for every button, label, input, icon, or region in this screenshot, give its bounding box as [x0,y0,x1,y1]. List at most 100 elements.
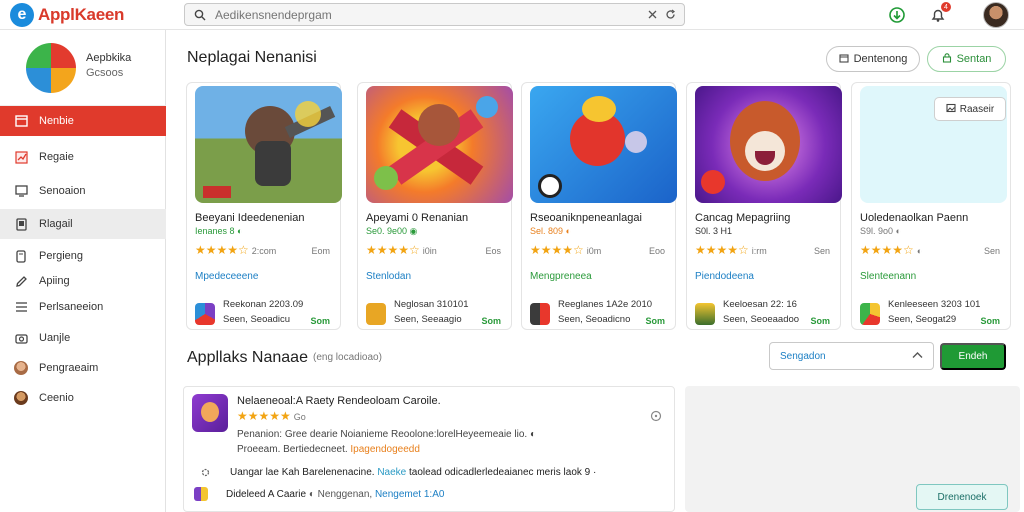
app-card-category[interactable]: Slenteenann [860,271,916,282]
star-rating: ★★★★☆ [860,243,914,257]
sidebar-item-1[interactable]: Regaie [0,142,166,172]
app-list-row[interactable]: Dideleed A Caarie ◐ Nenggenan, Nengemet … [194,487,444,501]
app-card[interactable]: Beeyani Ideedenenian Ienanes 8 ◐ ★★★★☆ 2:… [186,82,342,330]
rating-value: i:rm [751,246,767,256]
app-card-size: Sen [983,246,1000,256]
app-card-price[interactable]: Som [481,316,501,326]
star-rating: ★★★★★ [237,409,291,423]
app-card-category[interactable]: Piendodeena [695,271,754,282]
app-card-rating: ★★★★☆ 2:com [195,243,276,257]
developer-logo-icon [695,303,715,325]
row-tag[interactable]: Naeke [377,467,406,478]
apply-button[interactable]: Endeh [940,343,1006,370]
app-card-price[interactable]: Som [810,316,830,326]
search-icon [193,8,207,22]
sidebar: Aepbkika Gcsoos Nenbie Regaie Senoaion R… [0,30,166,512]
app-card-size: Sen [813,246,830,256]
tablet-icon [14,217,28,231]
app-card-image [695,86,842,203]
featured-title: Neplagai Nenanisi [187,49,317,66]
app-card[interactable]: Apeyami 0 Renanian Se0. 9e00 ◉ ★★★★☆ i0in… [357,82,513,330]
app-card-price[interactable]: Som [980,316,1000,326]
app-logo[interactable]: e ApplKaeen [10,3,124,27]
app-card-image [366,86,513,203]
app-card[interactable]: Rseoaniknpeneanlagai Sel. 809 ◐ ★★★★☆ i0m… [521,82,677,330]
app-card-title: Uoledenaolkan Paenn [860,212,969,224]
profile-avatar [26,43,76,93]
notification-bell-icon[interactable]: 4 [928,2,951,25]
row-mid: ◐ Nenggenan, [308,488,373,500]
app-card-price[interactable]: Som [645,316,665,326]
pencil-icon [14,274,28,288]
app-list-title[interactable]: Nelaeneoal:A Raety Rendeoloam Caroile. [237,395,441,407]
refresh-icon[interactable] [664,8,676,20]
developer-logo-icon [195,303,215,325]
filter-button[interactable]: Dentenong [826,46,920,72]
list-icon [14,300,28,314]
app-card-title: Rseoaniknpeneanlagai [530,212,642,224]
sidebar-item-3[interactable]: Rlagail [0,209,166,239]
app-root: e ApplKaeen 4 Aepbkika Gcsoos [0,0,1024,512]
app-card-title: Beeyani Ideedenenian [195,212,305,224]
mobile-icon [14,249,28,263]
sidebar-item-6[interactable]: Perlsaneeion [0,292,166,322]
card-action-button[interactable]: Raaseir [934,97,1006,121]
program-highlight[interactable]: Ipagendogeedd [350,444,420,455]
app-card-developer: Reekonan 2203.09 [223,299,304,310]
app-card-size: Eom [311,246,330,256]
sort-button[interactable]: Sentan [927,46,1006,72]
app-card[interactable]: Cancag Mepagriing S0l. 3 H1 ★★★★☆ i:rm Se… [686,82,842,330]
filter-button-label: Dentenong [853,53,908,65]
app-card-meta: Se0. 9e00 ◉ [366,226,418,236]
program-label: Proeeam. Bertiedecneet. [237,444,348,455]
category-select[interactable]: Sengadon [769,342,934,370]
download-button[interactable]: Drenenoek [916,484,1008,510]
clear-icon[interactable] [646,8,658,20]
user-avatar[interactable] [983,2,1009,28]
app-card-image [195,86,342,203]
store-icon [14,114,28,128]
app-card-title: Cancag Mepagriing [695,212,791,224]
apps-section-subtitle: (eng locadioao) [313,352,382,363]
app-card-developer: Neglosan 310101 [394,299,469,310]
app-list-panel: Nelaeneoal:A Raety Rendeoloam Caroile. ★… [183,386,675,512]
search-input[interactable] [215,7,635,22]
info-icon[interactable] [650,409,662,422]
avatar-icon [14,361,28,375]
sidebar-item-8[interactable]: Pengraeaim [0,353,166,383]
app-card-price[interactable]: Som [310,316,330,326]
app-card-category[interactable]: Stenlodan [366,271,411,282]
profile-card[interactable]: Aepbkika Gcsoos [0,30,166,106]
sidebar-item-0[interactable]: Nenbie [0,106,166,136]
row-tag[interactable]: Nengemet 1:A0 [375,489,445,500]
profile-name: Aepbkika [86,52,132,64]
apps-section-title: Appllaks Nanaae [187,349,308,366]
sidebar-item-label: Ceenio [39,392,74,404]
star-rating: ★★★★☆ [530,243,584,257]
app-card-date: Seen, Seeaagio [394,314,462,325]
search-bar [184,3,685,26]
app-card-rating: ★★★★☆ i:rm [695,243,767,257]
app-card-category[interactable]: Mpedeceeene [195,271,258,282]
camera-icon [14,331,28,345]
rating-value: i0m [586,246,602,256]
notification-badge: 4 [941,2,951,12]
sidebar-item-9[interactable]: Ceenio [0,383,166,413]
app-card-developer: Kenleeseen 3203 101 [888,299,981,310]
sidebar-item-7[interactable]: Uanjle [0,323,166,353]
row-text: Uangar lae Kah Barelenenacine. [230,466,375,478]
app-list-description: Penanion: Gree dearie Noianieme Reoolone… [237,429,536,440]
app-card[interactable]: Raaseir Uoledenaolkan Paenn S9l. 9o0 ◐ ★… [851,82,1011,330]
app-card-category[interactable]: Mengpreneea [530,271,592,282]
app-card-title: Apeyami 0 Renanian [366,212,469,224]
app-list-row[interactable]: Uangar lae Kah Barelenenacine. Naeke tao… [198,465,596,479]
sidebar-item-label: Regaie [39,151,74,163]
download-icon[interactable] [887,5,907,25]
sidebar-item-2[interactable]: Senoaion [0,176,166,206]
developer-logo-icon [366,303,386,325]
app-card-rating: ★★★★☆ i0in [366,243,437,257]
sidebar-item-label: Perlsaneeion [39,301,104,313]
app-card-meta: Ienanes 8 ◐ [195,226,243,236]
sidebar-item-label: Apiing [39,275,70,287]
star-rating: ★★★★☆ [695,243,749,257]
